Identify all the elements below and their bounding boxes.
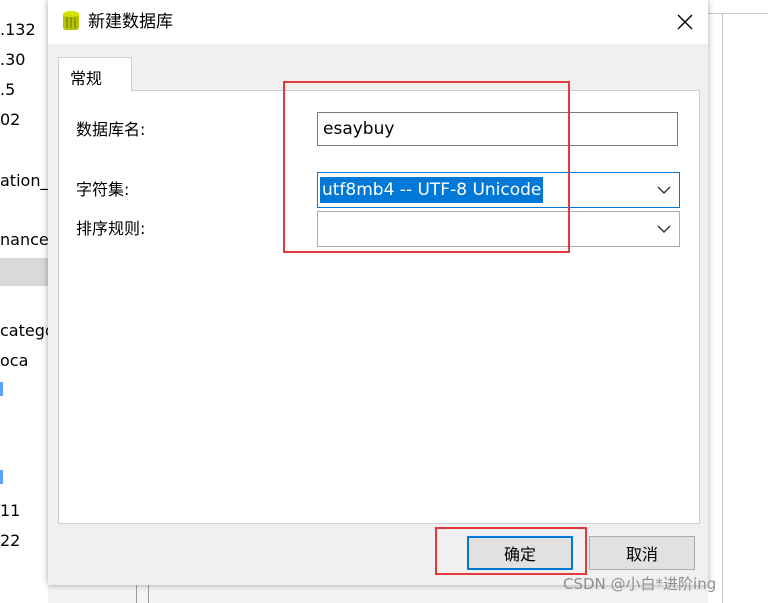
tree-node-marker xyxy=(0,470,3,484)
cancel-button[interactable]: 取消 xyxy=(589,536,695,570)
charset-select[interactable]: utf8mb4 -- UTF-8 Unicode xyxy=(317,172,680,208)
chevron-down-icon xyxy=(657,225,671,233)
tree-item[interactable]: .5 xyxy=(0,79,15,101)
tree-item[interactable]: ation_s xyxy=(0,170,48,192)
tree-item[interactable]: 11 xyxy=(0,500,20,522)
tree-item-selected[interactable] xyxy=(0,258,48,286)
scrollbar-divider xyxy=(136,585,137,603)
tab-label: 常规 xyxy=(70,69,103,88)
chevron-down-icon xyxy=(657,186,671,194)
tree-item[interactable]: nance xyxy=(0,229,48,251)
ok-button[interactable]: 确定 xyxy=(467,536,573,570)
tree-item[interactable]: 02 xyxy=(0,109,20,131)
db-name-label: 数据库名: xyxy=(76,120,146,139)
tree-item[interactable]: .30 xyxy=(0,49,25,71)
charset-label: 字符集: xyxy=(76,180,130,199)
tree-item[interactable]: .132 xyxy=(0,19,36,41)
tree-item[interactable]: 22 xyxy=(0,530,20,552)
dialog-title: 新建数据库 xyxy=(88,12,173,32)
close-icon xyxy=(677,14,693,30)
scrollbar-divider xyxy=(148,585,149,603)
new-database-dialog: 新建数据库 常规 数据库名: 字符集: utf8mb4 -- UTF-8 Uni… xyxy=(48,0,708,585)
db-name-input[interactable] xyxy=(317,112,678,146)
panel-divider xyxy=(722,14,723,603)
tree-item[interactable]: catego xyxy=(0,320,48,342)
background-right-panel xyxy=(708,0,768,603)
database-icon xyxy=(63,11,79,30)
tab-general[interactable]: 常规 xyxy=(58,57,132,92)
background-tree-panel: .132 .30 .5 02 ation_s nance catego oca … xyxy=(0,0,48,603)
tree-item[interactable]: oca xyxy=(0,350,28,372)
panel-divider xyxy=(708,13,768,14)
watermark: CSDN @小白*进阶ing xyxy=(563,575,717,593)
collation-label: 排序规则: xyxy=(76,219,146,238)
tree-node-marker xyxy=(0,382,3,396)
close-button[interactable] xyxy=(662,0,708,44)
charset-value: utf8mb4 -- UTF-8 Unicode xyxy=(320,177,544,203)
collation-value xyxy=(320,216,324,242)
dialog-titlebar[interactable]: 新建数据库 xyxy=(48,0,708,44)
collation-select[interactable] xyxy=(317,211,680,247)
general-tab-panel: 数据库名: 字符集: utf8mb4 -- UTF-8 Unicode 排序规则… xyxy=(58,90,700,524)
